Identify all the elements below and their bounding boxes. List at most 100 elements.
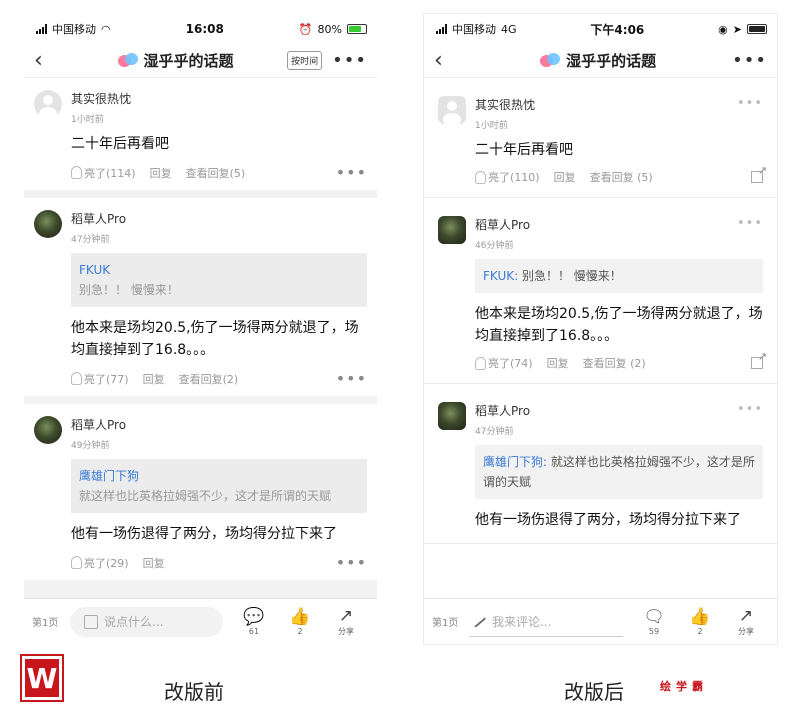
carrier-label: 中国移动 — [452, 23, 496, 36]
lightbulb-icon — [71, 556, 82, 569]
page-indicator[interactable]: 第1页 — [432, 614, 470, 629]
comment-bubble-icon: 💬 — [243, 606, 265, 627]
comment-time: 46分钟前 — [475, 241, 514, 251]
comment-item: 稻草人Pro 46分钟前 ••• FKUK: 别急！！ 慢慢来！ 他本来是场均2… — [424, 198, 777, 384]
sort-by-time-button[interactable]: 按时间 — [287, 51, 323, 70]
like-button[interactable]: 亮了(110) — [475, 169, 540, 185]
like-post-button[interactable]: 👍 2 — [677, 606, 723, 636]
quote-author[interactable]: 鹰雄门下狗: — [483, 455, 547, 469]
quote-author[interactable]: 鹰雄门下狗 — [79, 466, 359, 486]
reply-button[interactable]: 回复 — [143, 555, 165, 571]
quoted-reply[interactable]: FKUK: 别急！！ 慢慢来！ — [475, 259, 763, 293]
quote-text: 就这样也比英格拉姆强不少，这才是所谓的天赋 — [79, 489, 332, 503]
comment-input[interactable]: 说点什么... — [70, 606, 223, 637]
lightbulb-icon — [71, 166, 82, 179]
like-count: 亮了(74) — [488, 357, 533, 370]
comment-feed[interactable]: 其实很热忱 1小时前 二十年后再看吧 亮了(114) 回复 查看回复(5) ••… — [24, 78, 377, 598]
battery-icon — [747, 24, 767, 34]
comment-input[interactable]: 我来评论... — [470, 607, 623, 637]
comment-author[interactable]: 其实很热忱 — [475, 96, 737, 113]
more-options-icon[interactable]: ••• — [737, 402, 763, 417]
lock-rotation-icon: ◉ — [718, 22, 728, 36]
like-button[interactable]: 亮了(74) — [475, 355, 533, 371]
location-icon: ➤ — [732, 22, 742, 36]
avatar[interactable] — [438, 402, 466, 430]
phone-before: 中国移动 ◠ 16:08 ⏰ 80% ‹ 湿乎乎的话题 按时间 ••• 其实很热… — [24, 14, 377, 644]
quoted-reply[interactable]: FKUK 别急！！ 慢慢来！ — [71, 253, 367, 307]
reply-button[interactable]: 回复 — [150, 165, 172, 181]
comment-author[interactable]: 稻草人Pro — [71, 416, 367, 433]
bottom-bar: 第1页 说点什么... 💬 61 👍 2 ↗ 分享 — [24, 598, 377, 644]
comment-text: 他有一场伤退得了两分，场均得分拉下来了 — [475, 512, 741, 528]
comment-time: 1小时前 — [71, 115, 104, 125]
reply-button[interactable]: 回复 — [554, 169, 576, 185]
comment-text: 他本来是场均20.5,伤了一场得两分就退了，场均直接掉到了16.8。。。 — [475, 306, 763, 344]
back-button[interactable]: ‹ — [434, 49, 464, 72]
view-replies-link[interactable]: 查看回复(2) — [179, 371, 239, 387]
comments-button[interactable]: 🗨 59 — [631, 606, 677, 636]
comment-author[interactable]: 稻草人Pro — [475, 402, 737, 419]
share-button[interactable]: ↗ 分享 — [323, 606, 369, 637]
like-button[interactable]: 亮了(29) — [71, 555, 129, 571]
bottom-bar: 第1页 我来评论... 🗨 59 👍 2 ↗ 分享 — [424, 598, 777, 644]
brand-logo: W — [20, 654, 64, 702]
like-button[interactable]: 亮了(114) — [71, 165, 136, 181]
avatar[interactable] — [438, 216, 466, 244]
more-options-icon[interactable]: ••• — [336, 553, 367, 572]
likes-count: 2 — [697, 626, 703, 636]
avatar[interactable] — [34, 416, 62, 444]
comment-item: 稻草人Pro 47分钟前 ••• 鹰雄门下狗: 就这样也比英格拉姆强不少，这才是… — [424, 384, 777, 544]
share-label: 分享 — [338, 626, 354, 636]
reply-button[interactable]: 回复 — [143, 371, 165, 387]
more-options-icon[interactable]: ••• — [737, 216, 763, 231]
quoted-reply[interactable]: 鹰雄门下狗 就这样也比英格拉姆强不少，这才是所谓的天赋 — [71, 459, 367, 513]
topic-icon — [117, 52, 138, 69]
watermark-logo: 绘学霸 — [660, 680, 708, 693]
more-menu-button[interactable]: ••• — [732, 51, 767, 70]
page-title: 湿乎乎的话题 — [143, 52, 234, 70]
view-replies-link[interactable]: 查看回复 (2) — [583, 355, 646, 371]
avatar[interactable] — [34, 210, 62, 238]
comments-count: 59 — [648, 626, 660, 636]
share-button[interactable]: ↗ 分享 — [723, 606, 769, 637]
comment-author[interactable]: 稻草人Pro — [71, 210, 367, 227]
comments-count: 61 — [248, 626, 260, 636]
avatar[interactable] — [34, 90, 62, 118]
comments-button[interactable]: 💬 61 — [231, 606, 277, 636]
comment-text: 他有一场伤退得了两分，场均得分拉下来了 — [71, 526, 337, 542]
like-count: 亮了(110) — [488, 171, 540, 184]
caption-before: 改版前 — [164, 680, 224, 704]
quote-text: 别急！！ 慢慢来！ — [521, 269, 622, 283]
quote-author[interactable]: FKUK — [79, 260, 359, 280]
network-type: 4G — [501, 22, 517, 36]
comment-feed[interactable]: 其实很热忱 1小时前 ••• 二十年后再看吧 亮了(110) 回复 查看回复 (… — [424, 78, 777, 598]
reply-button[interactable]: 回复 — [547, 355, 569, 371]
comment-text: 他本来是场均20.5,伤了一场得两分就退了，场均直接掉到了16.8。。。 — [71, 320, 359, 358]
avatar[interactable] — [438, 96, 466, 124]
comment-bubble-icon: 🗨 — [643, 606, 665, 627]
comment-time: 49分钟前 — [71, 441, 110, 451]
more-options-icon[interactable]: ••• — [737, 96, 763, 111]
comment-author[interactable]: 稻草人Pro — [475, 216, 737, 233]
page-indicator[interactable]: 第1页 — [32, 614, 70, 629]
share-icon[interactable] — [751, 164, 767, 183]
like-button[interactable]: 亮了(77) — [71, 371, 129, 387]
pen-icon — [471, 614, 487, 628]
quoted-reply[interactable]: 鹰雄门下狗: 就这样也比英格拉姆强不少，这才是所谓的天赋 — [475, 445, 763, 499]
topic-icon — [540, 52, 561, 69]
view-replies-link[interactable]: 查看回复 (5) — [590, 169, 653, 185]
more-options-icon[interactable]: ••• — [336, 163, 367, 182]
share-icon[interactable] — [751, 350, 767, 369]
view-replies-link[interactable]: 查看回复(5) — [186, 165, 246, 181]
thumbs-up-icon: 👍 — [689, 606, 711, 627]
like-post-button[interactable]: 👍 2 — [277, 607, 323, 636]
nav-bar: ‹ 湿乎乎的话题 ••• — [424, 44, 777, 78]
edit-icon — [84, 614, 98, 629]
back-button[interactable]: ‹ — [34, 49, 64, 72]
quote-author[interactable]: FKUK: — [483, 269, 518, 283]
more-menu-button[interactable]: ••• — [332, 51, 367, 70]
comment-text: 二十年后再看吧 — [475, 142, 573, 158]
like-count: 亮了(77) — [84, 372, 129, 386]
comment-author[interactable]: 其实很热忱 — [71, 90, 367, 107]
more-options-icon[interactable]: ••• — [336, 369, 367, 388]
